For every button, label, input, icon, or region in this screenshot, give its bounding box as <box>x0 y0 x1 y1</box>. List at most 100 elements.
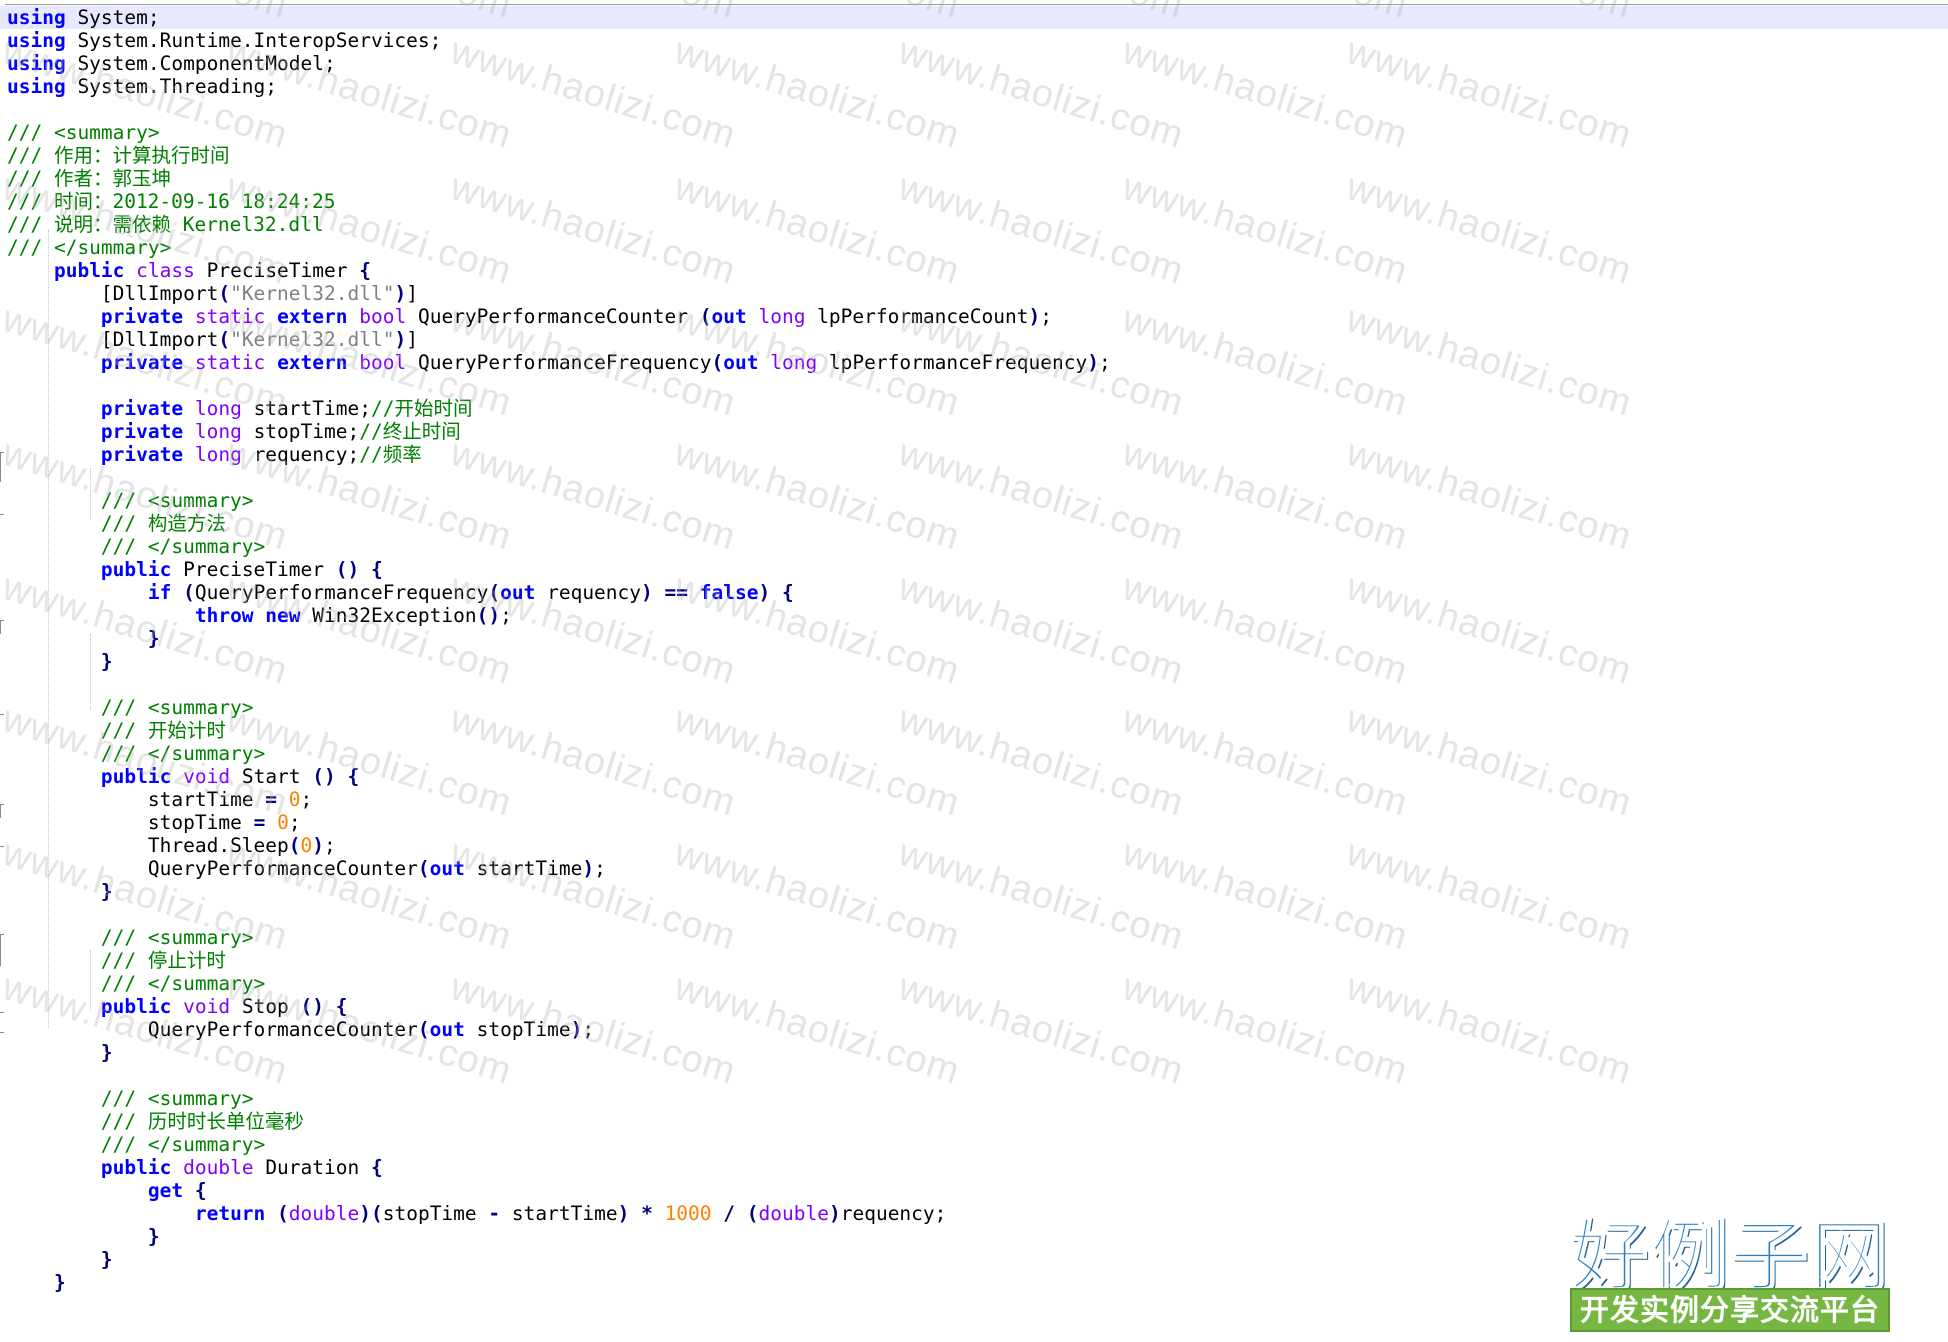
fold-marker[interactable] <box>0 1012 4 1013</box>
code-line[interactable]: private static extern bool QueryPerforma… <box>7 305 1948 328</box>
code-line[interactable]: /// <summary> <box>7 489 1948 512</box>
code-line[interactable]: QueryPerformanceCounter(out stopTime); <box>7 1018 1948 1041</box>
code-token: () <box>312 765 336 788</box>
code-line[interactable]: public class PreciseTimer { <box>7 259 1948 282</box>
code-line[interactable]: startTime = 0; <box>7 788 1948 811</box>
code-line[interactable]: private static extern bool QueryPerforma… <box>7 351 1948 374</box>
code-line[interactable]: /// 作者：郭玉坤 <box>7 167 1948 190</box>
code-line[interactable]: /// <summary> <box>7 696 1948 719</box>
code-line[interactable]: /// 历时时长单位毫秒 <box>7 1110 1948 1133</box>
code-token: System.Runtime.InteropServices; <box>65 29 442 52</box>
code-text-area[interactable]: using System; using System.Runtime.Intero… <box>0 6 1948 1294</box>
code-token: ( <box>277 1202 289 1225</box>
code-line[interactable]: } <box>7 627 1948 650</box>
code-line[interactable]: /// <summary> <box>7 1087 1948 1110</box>
fold-marker[interactable] <box>0 514 4 515</box>
code-line[interactable]: /// <summary> <box>7 926 1948 949</box>
code-line[interactable]: /// </summary> <box>7 1133 1948 1156</box>
code-token: private <box>100 443 184 466</box>
code-line[interactable]: public void Start () { <box>7 765 1948 788</box>
code-line[interactable]: /// </summary> <box>7 535 1948 558</box>
code-token: ) <box>1087 351 1099 374</box>
code-line[interactable]: using System; <box>0 6 1948 29</box>
code-line[interactable] <box>7 98 1948 121</box>
code-token: out <box>429 857 465 880</box>
fold-line <box>0 804 1 818</box>
code-line[interactable]: /// <summary> <box>7 121 1948 144</box>
code-line[interactable] <box>7 466 1948 489</box>
editor-top-border <box>0 4 1948 5</box>
code-token: /// 停止计时 <box>100 949 226 972</box>
code-line[interactable]: /// 停止计时 <box>7 949 1948 972</box>
code-line[interactable]: private long stopTime;//终止时间 <box>7 420 1948 443</box>
code-line[interactable]: stopTime = 0; <box>7 811 1948 834</box>
fold-marker[interactable] <box>0 714 4 715</box>
code-line[interactable]: /// 构造方法 <box>7 512 1948 535</box>
code-token: /// 构造方法 <box>100 512 226 535</box>
code-line[interactable]: /// </summary> <box>7 742 1948 765</box>
fold-marker[interactable] <box>0 1032 4 1033</box>
code-line[interactable]: } <box>7 880 1948 903</box>
code-token: ) <box>570 1018 583 1041</box>
code-token: ) <box>617 1202 630 1225</box>
code-line[interactable]: using System.Threading; <box>7 75 1948 98</box>
code-line[interactable]: /// 时间：2012-09-16 18:24:25 <box>7 190 1948 213</box>
code-line[interactable]: private long requency;//频率 <box>7 443 1948 466</box>
code-line[interactable]: /// </summary> <box>7 972 1948 995</box>
code-token: QueryPerformanceFrequency <box>406 351 712 374</box>
code-line[interactable] <box>7 1064 1948 1087</box>
code-line[interactable]: /// </summary> <box>7 236 1948 259</box>
code-line[interactable] <box>7 374 1948 397</box>
code-line[interactable]: [DllImport("Kernel32.dll")] <box>7 282 1948 305</box>
code-token: } <box>100 650 113 673</box>
code-token: long <box>770 351 818 374</box>
code-token: } <box>53 1271 66 1294</box>
code-token: Win32Exception <box>300 604 477 627</box>
code-line[interactable]: using System.ComponentModel; <box>7 52 1948 75</box>
code-token: } <box>100 880 113 903</box>
code-token: requency <box>535 581 642 604</box>
code-token: System.Threading; <box>65 75 278 98</box>
code-token: { <box>781 581 794 604</box>
code-line[interactable]: using System.Runtime.InteropServices; <box>7 29 1948 52</box>
code-line[interactable]: Thread.Sleep(0); <box>7 834 1948 857</box>
code-line[interactable]: /// 说明：需依赖 Kernel32.dll <box>7 213 1948 236</box>
code-line[interactable]: /// 开始计时 <box>7 719 1948 742</box>
fold-marker[interactable] <box>0 846 4 847</box>
code-token: double <box>288 1202 360 1225</box>
code-line[interactable]: /// 作用：计算执行时间 <box>7 144 1948 167</box>
code-line[interactable]: private long startTime;//开始时间 <box>7 397 1948 420</box>
code-line[interactable]: public void Stop () { <box>7 995 1948 1018</box>
code-token: () <box>335 558 360 581</box>
code-line[interactable] <box>7 673 1948 696</box>
code-line[interactable] <box>7 903 1948 926</box>
code-line[interactable]: [DllImport("Kernel32.dll")] <box>7 328 1948 351</box>
code-line[interactable]: public PreciseTimer () { <box>7 558 1948 581</box>
code-line[interactable]: public double Duration { <box>7 1156 1948 1179</box>
code-token: { <box>370 1156 383 1179</box>
code-line[interactable]: if (QueryPerformanceFrequency(out requen… <box>7 581 1948 604</box>
code-token: void <box>183 995 231 1018</box>
code-line[interactable]: throw new Win32Exception(); <box>7 604 1948 627</box>
code-line[interactable]: } <box>7 650 1948 673</box>
code-editor[interactable]: using System; using System.Runtime.Intero… <box>0 0 1948 1342</box>
code-line[interactable]: QueryPerformanceCounter(out startTime); <box>7 857 1948 880</box>
code-line[interactable]: } <box>7 1041 1948 1064</box>
fold-gutter[interactable] <box>0 0 5 1342</box>
code-token: using <box>7 75 66 98</box>
